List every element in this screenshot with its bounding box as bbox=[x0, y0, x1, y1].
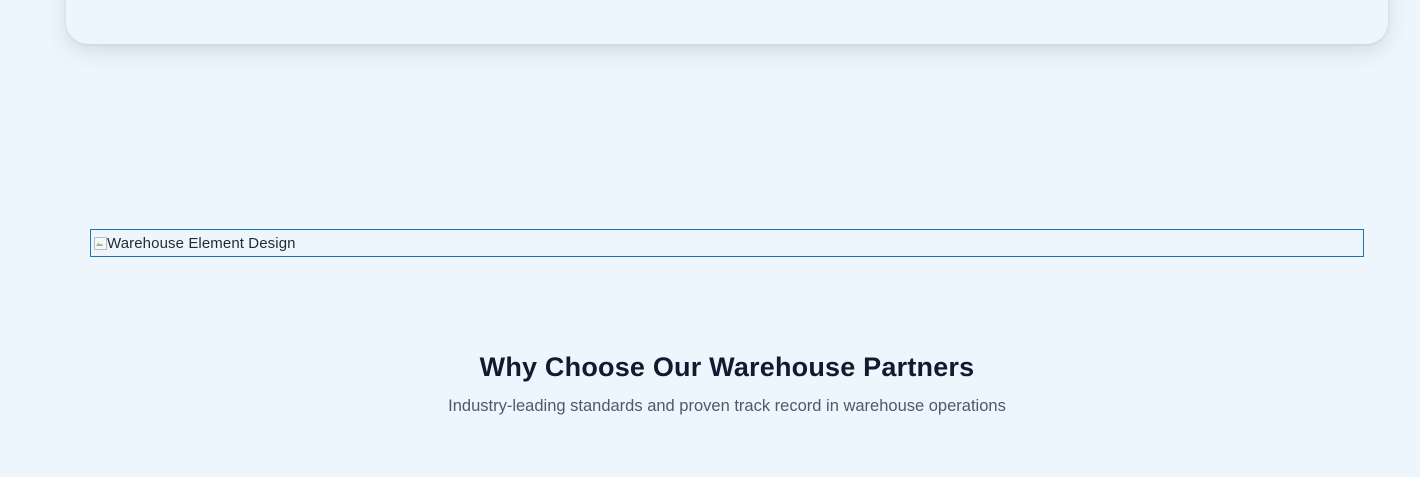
section-subtitle: Industry-leading standards and proven tr… bbox=[448, 397, 1006, 415]
section-title: Why Choose Our Warehouse Partners bbox=[479, 352, 975, 382]
warehouse-element-image: Warehouse Element Design bbox=[90, 229, 1364, 257]
broken-image-icon bbox=[93, 236, 107, 250]
top-card bbox=[66, 0, 1388, 44]
image-alt-text: Warehouse Element Design bbox=[107, 235, 296, 252]
why-choose-section: Why Choose Our Warehouse Partners Indust… bbox=[0, 352, 1420, 416]
